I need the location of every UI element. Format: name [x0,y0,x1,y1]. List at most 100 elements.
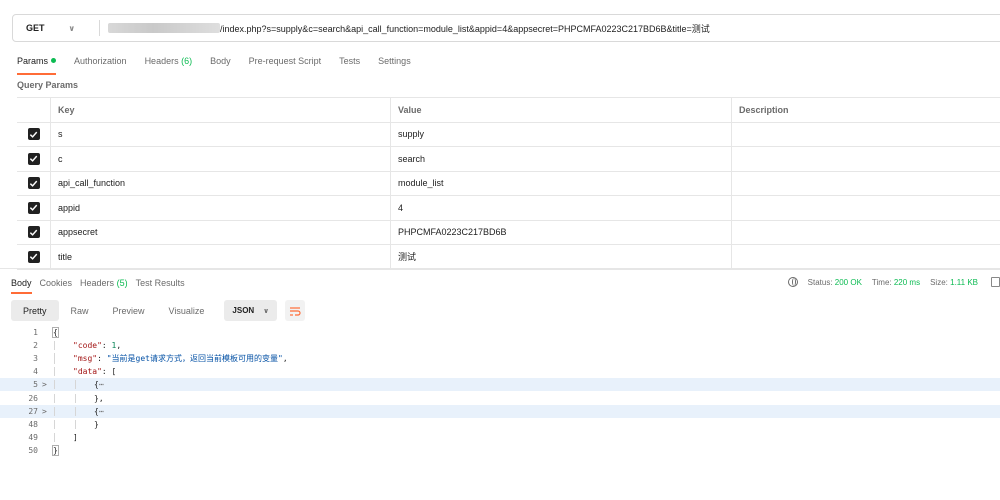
code-line: 50} [0,444,1000,457]
code-line: 3 "msg": "当前是get请求方式，返回当前模板可用的变量", [0,352,1000,365]
response-headers-count: (5) [116,278,128,288]
code-line: 27 > {⋯ [0,404,1000,418]
code-line: 1{ [0,326,1000,339]
param-value[interactable]: PHPCMFA0223C217BD6B [391,220,732,244]
query-params-label: Query Params [17,80,79,90]
param-row: appid 4 [17,196,1000,221]
chevron-down-icon: ∨ [263,307,269,315]
param-key[interactable]: api_call_function [51,171,391,195]
code-text: } [52,419,99,429]
fold-chevron-icon[interactable]: > [38,407,52,416]
param-checkbox[interactable] [27,226,40,239]
code-line: 49] [0,431,1000,444]
line-number: 1 [33,328,38,338]
line-number: 5 [33,380,38,390]
column-key: Key [51,98,391,122]
param-row: s supply [17,122,1000,147]
param-checkbox[interactable] [27,250,40,263]
tab-tests[interactable]: Tests [339,54,360,71]
save-response-icon[interactable] [991,277,1000,287]
param-row: title 测试 [17,245,1000,270]
tab-pre-request-script[interactable]: Pre-request Script [249,54,322,71]
param-description[interactable] [732,245,1000,269]
size-value: 1.11 KB [950,277,978,287]
param-description[interactable] [732,172,1000,196]
response-tab-cookies[interactable]: Cookies [40,277,73,289]
tab-authorization[interactable]: Authorization [74,54,127,71]
view-pretty[interactable]: Pretty [11,300,59,321]
param-description[interactable] [732,147,1000,171]
param-description[interactable] [732,196,1000,220]
tab-headers[interactable]: Headers (6) [145,54,193,71]
line-number: 49 [28,432,38,442]
wrap-lines-button[interactable] [284,300,305,321]
code-line: 4 "data": [ [0,365,1000,378]
check-icon [29,204,38,212]
tab-body[interactable]: Body [210,54,231,71]
check-icon [29,180,38,187]
response-body-code[interactable]: 1{ 2 "code": 1, 3 "msg": "当前是get请求方式，返回当前模板可… [0,326,1000,457]
url-input[interactable]: /index.php?s=supply&c=search&api_call_fu… [220,22,710,35]
check-icon [29,253,38,261]
param-checkbox[interactable] [27,128,40,141]
param-key[interactable]: s [51,122,391,146]
view-visualize[interactable]: Visualize [157,300,217,321]
param-key[interactable]: title [51,245,391,269]
method-label: GET [26,23,45,33]
response-tab-test-results[interactable]: Test Results [136,277,185,289]
fold-chevron-icon[interactable]: > [38,380,52,389]
param-checkbox[interactable] [27,201,40,214]
method-select[interactable]: GET ∨ [13,15,99,41]
code-text: {⋯ [52,380,104,390]
url-divider [99,20,100,36]
param-value[interactable]: 测试 [391,245,732,269]
line-number: 3 [33,354,38,364]
response-tabs: Body Cookies Headers (5) Test Results [11,277,193,294]
param-checkbox[interactable] [27,152,40,165]
view-raw[interactable]: Raw [59,300,101,321]
check-icon [29,229,38,236]
active-dot [51,58,57,63]
code-line: 2 "code": 1, [0,339,1000,352]
param-row: api_call_function module_list [17,171,1000,196]
response-tab-headers[interactable]: Headers (5) [80,277,128,289]
params-table: Key Value Description s supply c search api_… [17,97,1000,270]
code-text: "code": 1, [52,341,121,351]
param-value[interactable]: supply [391,122,732,146]
code-text: ] [52,432,78,442]
tab-params[interactable]: Params [17,54,57,75]
line-number: 48 [28,419,38,429]
param-key[interactable]: c [51,147,391,171]
format-select[interactable]: JSON ∨ [224,300,277,321]
param-row: c search [17,147,1000,172]
param-description[interactable] [732,221,1000,245]
param-value[interactable]: 4 [391,196,732,220]
line-number: 50 [28,445,38,455]
param-value[interactable]: module_list [391,171,732,195]
url-bar: GET ∨ /index.php?s=supply&c=search&api_c… [12,14,1000,42]
tab-settings[interactable]: Settings [378,54,411,71]
time-value: 220 ms [893,277,921,287]
line-number: 27 [28,406,38,416]
globe-icon[interactable] [787,277,798,287]
column-description: Description [739,104,789,115]
code-line: 26}, [0,391,1000,404]
param-value[interactable]: search [391,147,732,171]
params-header-row: Key Value Description [17,98,1000,123]
param-description[interactable] [732,123,1000,147]
response-tab-body[interactable]: Body [11,277,32,294]
column-value: Value [391,98,732,122]
response-bar: Body Cookies Headers (5) Test Results St… [0,268,1000,294]
line-number: 26 [28,393,38,403]
line-number: 2 [33,341,38,351]
status-value: 200 OK [834,277,862,287]
view-preview[interactable]: Preview [101,300,157,321]
param-row: appsecret PHPCMFA0223C217BD6B [17,220,1000,245]
check-icon [29,131,38,138]
param-key[interactable]: appsecret [51,220,391,244]
param-checkbox[interactable] [27,177,40,190]
code-text: }, [52,393,104,403]
param-key[interactable]: appid [51,196,391,220]
code-line: 5 > {⋯ [0,378,1000,392]
code-line: 48} [0,418,1000,431]
